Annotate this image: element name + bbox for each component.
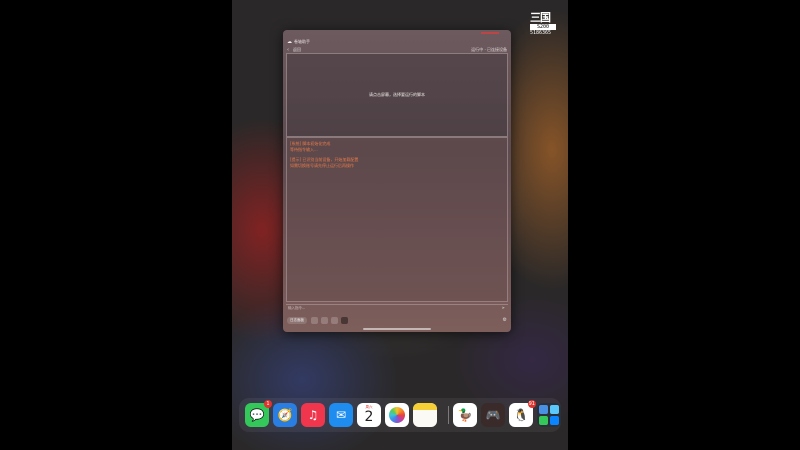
letterbox-right (568, 0, 800, 450)
log-panel-button[interactable]: 日志面板 (287, 317, 307, 324)
duck-icon: 🦆 (457, 408, 473, 422)
dock-divider (448, 406, 449, 424)
messages-icon: 💬 (249, 408, 265, 422)
toolbar-button-2[interactable] (321, 317, 328, 324)
log-pane[interactable]: [系统] 脚本初始化完成 等待指令输入... [提示] 已识别当前设备，开始加载… (286, 137, 508, 302)
ipad-screen: 三国 S200 5186365 ☁ 卷轴助手 ‹ 返回 运行中 · 已连接设备 … (232, 0, 568, 450)
toolbar-button-4[interactable] (341, 317, 348, 324)
gear-icon[interactable]: ⚙ (503, 317, 507, 324)
dock-app-notes[interactable] (413, 403, 437, 427)
log-line: [提示] 已识别当前设备，开始加载配置 (290, 157, 359, 162)
dock-app-call-of-duty[interactable]: 🎮 (481, 403, 505, 427)
dock-app-qq[interactable]: 🐧 91 (509, 400, 536, 427)
notes-icon (413, 403, 437, 410)
dock-app-calendar[interactable]: 周六 2 (357, 403, 381, 427)
qq-penguin-icon: 🐧 (513, 408, 529, 422)
cloud-icon: ☁ (287, 39, 292, 45)
app-library-icon (539, 405, 559, 425)
game-controller-icon: 🎮 (485, 408, 501, 422)
dock-app-mail[interactable]: ✉ (329, 403, 353, 427)
dock-app-duck[interactable]: 🦆 (453, 403, 477, 427)
watermark-logo: 三国 (530, 11, 551, 24)
app-window[interactable]: ☁ 卷轴助手 ‹ 返回 运行中 · 已连接设备 请点击屏幕，选择要运行的脚本 [… (283, 30, 511, 332)
watermark-id: 5186365 (530, 30, 552, 36)
music-note-icon: ♫ (307, 408, 319, 422)
log-line: 如需切换账号请先停止运行后再操作 (290, 163, 354, 168)
mail-envelope-icon: ✉ (335, 408, 347, 422)
log-line: [系统] 脚本初始化完成 (290, 141, 331, 146)
dock-app-messages[interactable]: 💬 1 (245, 400, 272, 427)
dock: 💬 1 🧭 ♫ ✉ 周六 2 🦆 🎮 🐧 91 (239, 398, 561, 432)
send-icon[interactable]: ➤ (502, 305, 505, 311)
channel-watermark: 三国 S200 5186365 (530, 12, 556, 37)
log-line: 等待指令输入... (290, 147, 318, 152)
dock-app-photos[interactable] (385, 403, 409, 427)
photos-flower-icon (389, 407, 405, 423)
window-grabber[interactable] (363, 328, 431, 330)
toolbar-button-3[interactable] (331, 317, 338, 324)
window-titlebar: ☁ 卷轴助手 ‹ 返回 运行中 · 已连接设备 (283, 30, 511, 53)
qq-badge: 91 (527, 400, 536, 408)
calendar-date: 2 (364, 409, 374, 425)
messages-badge: 1 (264, 400, 272, 408)
letterbox-left (0, 0, 232, 450)
command-input-placeholder: 输入指令... (288, 306, 306, 310)
window-title: 卷轴助手 (294, 39, 310, 44)
preview-hint: 请点击屏幕，选择要运行的脚本 (369, 92, 425, 97)
dock-app-safari[interactable]: 🧭 (273, 403, 297, 427)
safari-compass-icon: 🧭 (277, 408, 293, 422)
window-toolbar: 日志面板 ⚙ (283, 314, 511, 328)
command-input[interactable]: 输入指令... ➤ (286, 304, 508, 312)
dock-app-music[interactable]: ♫ (301, 403, 325, 427)
preview-pane[interactable]: 请点击屏幕，选择要运行的脚本 (286, 53, 508, 137)
toolbar-button-1[interactable] (311, 317, 318, 324)
dock-app-library[interactable] (537, 403, 561, 427)
